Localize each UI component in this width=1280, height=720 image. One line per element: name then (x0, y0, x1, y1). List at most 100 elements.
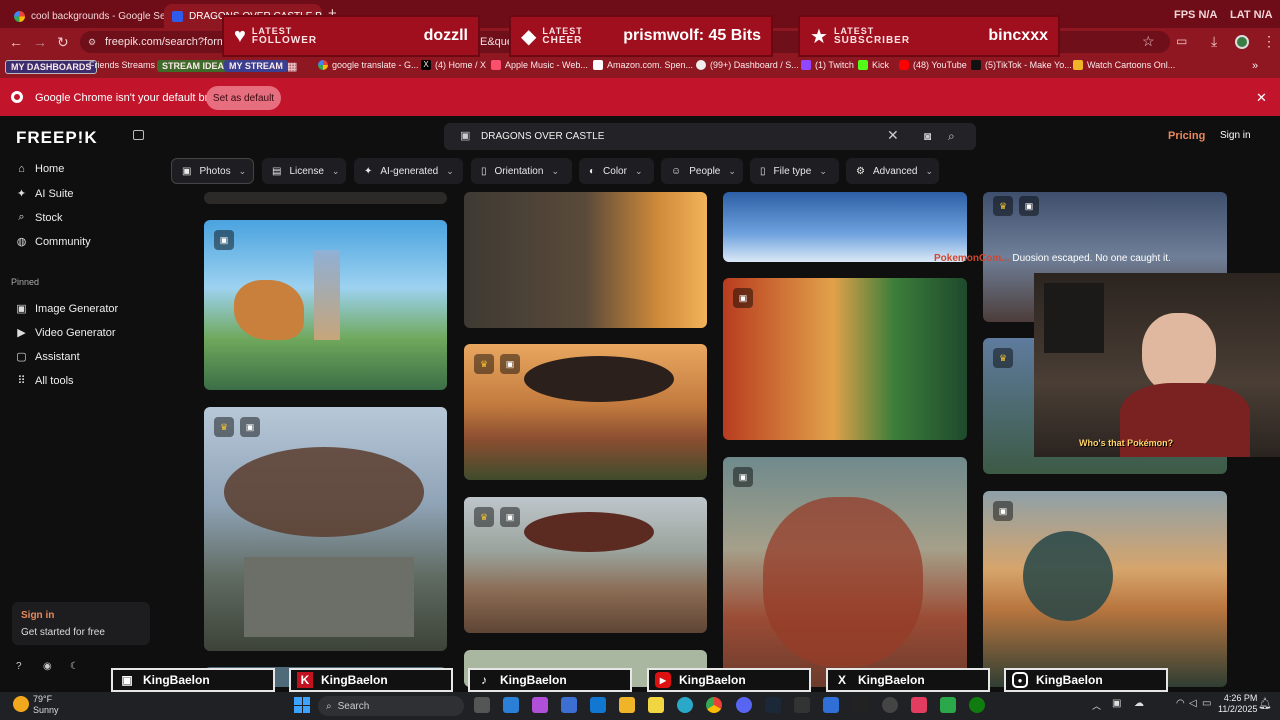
sidebar-item-community[interactable]: ◍ Community (16, 235, 91, 249)
freepik-logo[interactable]: FREEP!K (16, 128, 98, 148)
sidebar-item-ai-suite[interactable]: ✦ AI Suite (16, 187, 74, 201)
discord-icon[interactable] (736, 697, 752, 713)
bookmark-apple-music[interactable]: Apple Music - Web... (491, 60, 588, 70)
reload-icon[interactable]: ↻ (57, 34, 69, 51)
image-card[interactable]: ▣ (723, 457, 967, 687)
filter-file-type[interactable]: ▯ File type ⌄ (750, 158, 839, 184)
filter-color[interactable]: ◐ Color ⌄ (579, 158, 654, 184)
sidebar-item-image-generator[interactable]: ▣ Image Generator (16, 302, 118, 316)
filter-orientation[interactable]: ▯ Orientation ⌄ (471, 158, 572, 184)
search-input[interactable]: DRAGONS OVER CASTLE (481, 131, 604, 142)
image-card[interactable] (204, 192, 447, 204)
tab-google[interactable]: cool backgrounds - Google Se ✕ (6, 4, 164, 28)
more-bookmarks-icon[interactable]: » (1252, 60, 1258, 72)
outlook-icon[interactable] (590, 697, 606, 713)
forward-icon[interactable]: → (33, 34, 47, 50)
tiktok-icon[interactable] (911, 697, 927, 713)
filter-license[interactable]: ▤ License ⌄ (262, 158, 346, 184)
set-default-button[interactable]: Set as default (206, 86, 281, 110)
cast-icon[interactable]: ▭ (1176, 34, 1187, 48)
bookmark-google-translate[interactable]: google translate - G... (318, 60, 419, 70)
image-type-icon[interactable]: ▣ (460, 129, 470, 142)
sticky-notes-icon[interactable] (648, 697, 664, 713)
help-icon[interactable]: ? (16, 661, 22, 672)
bookmark-kick[interactable]: Kick (858, 60, 889, 70)
file-explorer-icon[interactable] (619, 697, 635, 713)
menu-icon[interactable]: ⋮ (1262, 33, 1276, 50)
copilot-icon[interactable] (532, 697, 548, 713)
weather-widget[interactable]: 79°F Sunny (33, 694, 59, 716)
sign-in-link[interactable]: Sign in (1220, 130, 1251, 141)
search-icon[interactable]: ⌕ (948, 129, 955, 144)
image-card[interactable] (464, 192, 707, 328)
battery-icon[interactable]: ▭ (1202, 698, 1211, 709)
image-card[interactable]: ▣ (204, 220, 447, 390)
tray-app-icon[interactable]: ▣ (1112, 698, 1121, 709)
bookmark-x[interactable]: X (4) Home / X (421, 60, 486, 70)
weather-icon[interactable] (13, 696, 29, 712)
image-card[interactable]: ♛ ▣ (464, 497, 707, 633)
bookmark-my-stream[interactable]: MY STREAM (224, 60, 288, 72)
sidebar-toggle-icon[interactable] (133, 130, 144, 140)
tray-cloud-icon[interactable]: ☁ (1134, 698, 1144, 709)
image-card[interactable]: ▣ (983, 491, 1227, 687)
clear-icon[interactable]: ✕ (887, 127, 899, 144)
capcut-icon[interactable] (852, 697, 868, 713)
bookmark-cartoons[interactable]: Watch Cartoons Onl... (1073, 60, 1175, 70)
filter-advanced[interactable]: ⚙ Advanced ⌄ (846, 158, 939, 184)
widgets-icon[interactable] (503, 697, 519, 713)
volume-icon[interactable]: ◁ (1189, 698, 1197, 709)
image-card[interactable]: ▣ (723, 278, 967, 440)
back-icon[interactable]: ← (9, 34, 23, 50)
spotify-icon[interactable] (940, 697, 956, 713)
obs-icon[interactable] (882, 697, 898, 713)
sidebar-item-assistant[interactable]: ▢ Assistant (16, 350, 79, 364)
chevron-up-icon[interactable]: ︿ (1092, 699, 1101, 712)
site-info-icon[interactable]: ⚙ (88, 37, 96, 48)
image-card[interactable] (723, 192, 967, 262)
bookmark-amazon[interactable]: Amazon.com. Spen... (593, 60, 693, 70)
sidebar-item-home[interactable]: ⌂ Home (16, 163, 64, 175)
bookmark-dashboard[interactable]: (99+) Dashboard / S... (696, 60, 799, 70)
apps-grid-icon[interactable]: ▦ (287, 60, 297, 73)
edge-icon[interactable] (677, 697, 693, 713)
url-text[interactable]: freepik.com/search?format (105, 36, 235, 48)
taskbar-search[interactable]: ⌕ Search (318, 696, 464, 716)
signin-card[interactable] (12, 602, 150, 645)
wifi-icon[interactable]: ◠ (1176, 698, 1185, 709)
image-card[interactable]: ♛ ▣ (464, 344, 707, 480)
epic-games-icon[interactable] (794, 697, 810, 713)
download-icon[interactable]: ⤓ (1211, 33, 1217, 50)
task-view-icon[interactable] (474, 697, 490, 713)
filter-people[interactable]: ☺ People ⌄ (661, 158, 743, 184)
filter-photos[interactable]: ▣ Photos ⌄ (171, 158, 254, 184)
image-icon: ▣ (240, 417, 260, 437)
windows-start-icon[interactable] (294, 697, 310, 713)
notification-bell-icon[interactable]: 🔔︎ (1258, 697, 1272, 710)
clock[interactable]: 4:26 PM 11/2/2025 (1218, 693, 1257, 715)
camera-icon[interactable]: ◙ (924, 129, 931, 143)
bookmark-star-icon[interactable]: ☆ (1142, 33, 1155, 50)
xbox-icon[interactable] (969, 697, 985, 713)
steam-icon[interactable] (765, 697, 781, 713)
bookmark-my-dashboards[interactable]: MY DASHBOARDS (5, 60, 98, 74)
discord-icon[interactable]: ◉ (43, 661, 52, 672)
theme-icon[interactable]: ☾ (70, 661, 79, 672)
pricing-link[interactable]: Pricing (1168, 130, 1205, 142)
teams-icon[interactable] (561, 697, 577, 713)
bookmark-twitch[interactable]: (1) Twitch (801, 60, 854, 70)
bookmark-friends-streams[interactable]: Friends Streams (89, 60, 155, 70)
filter-ai-generated[interactable]: ✦ AI-generated ⌄ (354, 158, 463, 184)
bookmark-youtube[interactable]: (48) YouTube (899, 60, 967, 70)
sidebar-item-video-generator[interactable]: ▶ Video Generator (16, 326, 115, 340)
chrome-taskbar-icon[interactable] (706, 697, 722, 713)
close-icon[interactable]: ✕ (1256, 90, 1267, 106)
sidebar-item-stock[interactable]: ⌕ Stock (16, 211, 62, 224)
sidebar-item-all-tools[interactable]: ⠿ All tools (16, 374, 73, 388)
app-icon[interactable] (823, 697, 839, 713)
taskbar-search-label: Search (337, 700, 370, 712)
image-card[interactable]: ♛ ▣ (204, 407, 447, 651)
bookmark-tiktok[interactable]: (5)TikTok - Make Yo... (971, 60, 1072, 70)
signin-card-title[interactable]: Sign in (21, 610, 54, 621)
avatar[interactable] (1235, 35, 1249, 49)
